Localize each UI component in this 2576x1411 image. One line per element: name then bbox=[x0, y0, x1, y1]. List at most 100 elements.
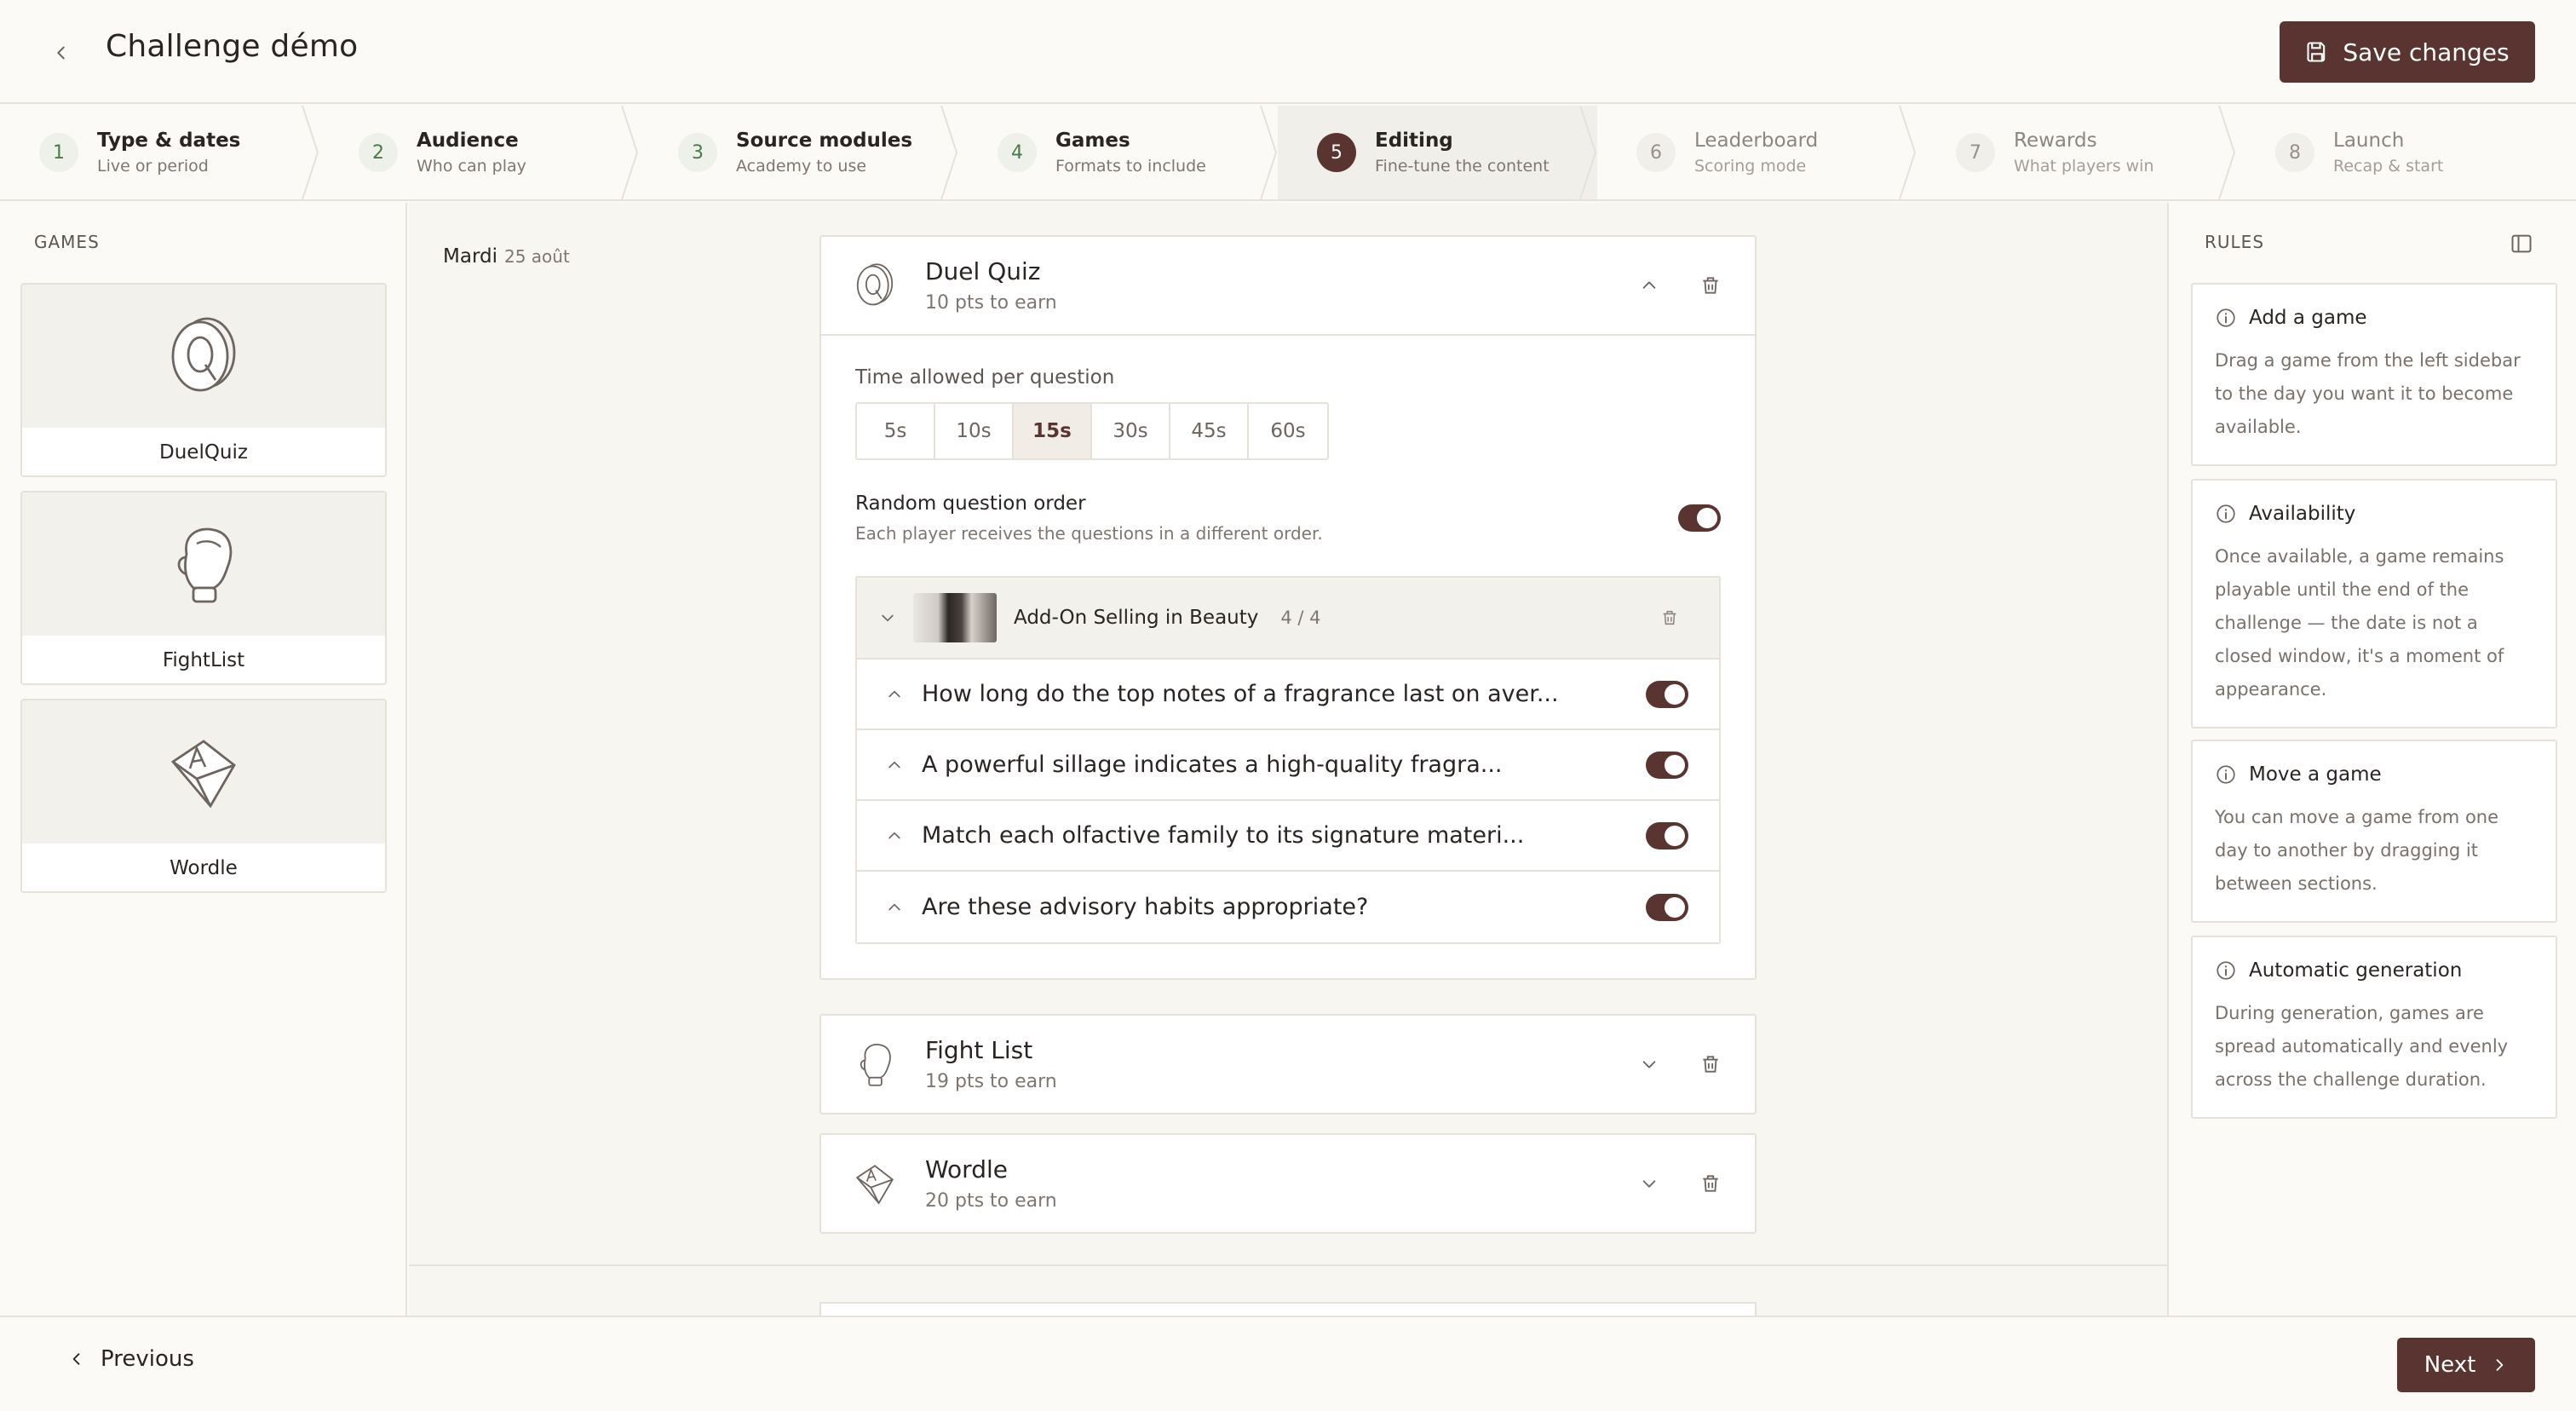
step-title: Audience bbox=[417, 130, 519, 152]
info-icon bbox=[2217, 504, 2235, 523]
step-separator bbox=[302, 106, 319, 199]
day-label: Mardi 25 août bbox=[443, 245, 570, 268]
panel-header[interactable]: Fight List 19 pts to earn bbox=[821, 1016, 1755, 1113]
step-editing[interactable]: 5 Editing Fine-tune the content bbox=[1278, 106, 1597, 199]
rules-sidebar: RULES Add a game Drag a game from the le… bbox=[2167, 203, 2576, 1316]
chevron-up-icon[interactable] bbox=[886, 899, 903, 916]
question-text: How long do the top notes of a fragrance… bbox=[922, 681, 1559, 707]
duel-quiz-icon bbox=[848, 259, 901, 312]
delete-game-button[interactable] bbox=[1692, 1045, 1729, 1083]
question-toggle[interactable] bbox=[1646, 821, 1688, 849]
step-launch[interactable]: 8 Launch Recap & start bbox=[2236, 106, 2556, 199]
boxing-glove-icon bbox=[177, 527, 233, 603]
step-subtitle: Academy to use bbox=[736, 157, 867, 176]
panel-title: Fight List bbox=[925, 1036, 1033, 1064]
rule-card-move-game: Move a game You can move a game from one… bbox=[2191, 740, 2557, 923]
step-title: Source modules bbox=[736, 130, 913, 152]
panel-header[interactable]: Duel Quiz 10 pts to earn bbox=[821, 237, 1755, 334]
day-date: 25 août bbox=[503, 246, 570, 267]
panel-header[interactable]: Wordle 20 pts to earn bbox=[821, 1135, 1755, 1232]
step-subtitle: Formats to include bbox=[1055, 157, 1206, 176]
step-title: Launch bbox=[2333, 130, 2405, 152]
module-block: Add-On Selling in Beauty 4 / 4 How long … bbox=[855, 576, 1721, 944]
page-header: Challenge démo Save changes bbox=[0, 0, 2576, 104]
step-separator bbox=[1899, 106, 1917, 199]
step-audience[interactable]: 2 Audience Who can play bbox=[319, 106, 639, 199]
time-option-30s[interactable]: 30s bbox=[1092, 404, 1170, 458]
next-label: Next bbox=[2424, 1352, 2476, 1378]
step-type-dates[interactable]: 1 Type & dates Live or period bbox=[0, 106, 319, 199]
step-number: 3 bbox=[678, 133, 717, 172]
step-subtitle: Recap & start bbox=[2333, 157, 2444, 176]
game-thumbnail bbox=[22, 285, 385, 428]
step-subtitle: Who can play bbox=[417, 157, 526, 176]
chevron-up-icon[interactable] bbox=[886, 827, 903, 844]
random-order-description: Each player receives the questions in a … bbox=[855, 523, 1323, 544]
game-panel-fight-list: Fight List 19 pts to earn bbox=[819, 1014, 1757, 1114]
day-schedule: Mardi 25 août Duel Quiz 10 pts to earn Ti… bbox=[409, 203, 2167, 1316]
game-thumbnail bbox=[22, 492, 385, 636]
day-divider bbox=[409, 1264, 2167, 1266]
previous-button[interactable]: Previous bbox=[68, 1346, 194, 1372]
step-number: 7 bbox=[1956, 133, 1995, 172]
module-title: Add-On Selling in Beauty bbox=[1014, 607, 1259, 629]
rule-title: Availability bbox=[2249, 503, 2356, 525]
random-order-toggle[interactable] bbox=[1678, 504, 1721, 532]
question-row: Match each olfactive family to its signa… bbox=[857, 801, 1719, 872]
boxing-glove-icon bbox=[848, 1038, 901, 1091]
expand-button[interactable] bbox=[1630, 1045, 1668, 1083]
panel-points: 10 pts to earn bbox=[925, 292, 1057, 314]
question-toggle[interactable] bbox=[1646, 680, 1688, 708]
game-name: DuelQuiz bbox=[22, 428, 385, 475]
question-toggle[interactable] bbox=[1646, 893, 1688, 921]
rule-text: During generation, games are spread auto… bbox=[2215, 1003, 2509, 1090]
question-row: How long do the top notes of a fragrance… bbox=[857, 659, 1719, 730]
delete-module-button[interactable] bbox=[1651, 599, 1688, 636]
step-source-modules[interactable]: 3 Source modules Academy to use bbox=[639, 106, 958, 199]
step-rewards[interactable]: 7 Rewards What players win bbox=[1917, 106, 2236, 199]
game-card-duelquiz[interactable]: DuelQuiz bbox=[20, 283, 387, 477]
duel-quiz-icon bbox=[171, 317, 236, 392]
back-button[interactable] bbox=[43, 34, 80, 72]
time-option-45s[interactable]: 45s bbox=[1170, 404, 1249, 458]
step-games[interactable]: 4 Games Formats to include bbox=[958, 106, 1278, 199]
toggle-sidebar-button[interactable] bbox=[2504, 227, 2539, 261]
games-section-label: GAMES bbox=[34, 232, 100, 252]
delete-game-button[interactable] bbox=[1692, 1165, 1729, 1202]
rule-card-add-game: Add a game Drag a game from the left sid… bbox=[2191, 283, 2557, 466]
step-title: Editing bbox=[1375, 130, 1453, 152]
random-order-setting: Random question order Each player receiv… bbox=[855, 492, 1721, 544]
chevron-up-icon[interactable] bbox=[886, 757, 903, 774]
page-title: Challenge démo bbox=[106, 29, 359, 64]
collapse-button[interactable] bbox=[1630, 267, 1668, 304]
rule-card-availability: Availability Once available, a game rema… bbox=[2191, 479, 2557, 729]
step-number: 4 bbox=[998, 133, 1037, 172]
chevron-down-icon[interactable] bbox=[879, 609, 896, 626]
panel-points: 20 pts to earn bbox=[925, 1190, 1057, 1212]
step-leaderboard[interactable]: 6 Leaderboard Scoring mode bbox=[1597, 106, 1917, 199]
time-option-15s[interactable]: 15s bbox=[1014, 404, 1092, 458]
module-header[interactable]: Add-On Selling in Beauty 4 / 4 bbox=[857, 578, 1719, 659]
save-changes-button[interactable]: Save changes bbox=[2280, 21, 2535, 83]
expand-button[interactable] bbox=[1630, 1165, 1668, 1202]
letter-cube-icon bbox=[170, 740, 236, 809]
chevron-right-icon bbox=[2496, 1359, 2504, 1371]
delete-game-button[interactable] bbox=[1692, 267, 1729, 304]
panel-title: Wordle bbox=[925, 1155, 1008, 1184]
time-option-5s[interactable]: 5s bbox=[857, 404, 935, 458]
question-toggle[interactable] bbox=[1646, 751, 1688, 779]
games-sidebar: GAMES DuelQuiz FightList Wordle bbox=[0, 203, 407, 1316]
time-option-10s[interactable]: 10s bbox=[935, 404, 1014, 458]
chevron-left-icon bbox=[57, 46, 65, 60]
rule-text: Once available, a game remains playable … bbox=[2215, 546, 2504, 700]
chevron-up-icon[interactable] bbox=[886, 686, 903, 703]
next-button[interactable]: Next bbox=[2397, 1338, 2535, 1392]
step-number: 2 bbox=[359, 133, 398, 172]
save-changes-label: Save changes bbox=[2343, 37, 2510, 66]
game-card-fightlist[interactable]: FightList bbox=[20, 491, 387, 685]
game-card-wordle[interactable]: Wordle bbox=[20, 699, 387, 893]
info-icon bbox=[2217, 308, 2235, 327]
question-text: Are these advisory habits appropriate? bbox=[922, 894, 1369, 920]
time-option-60s[interactable]: 60s bbox=[1249, 404, 1327, 458]
rule-text: You can move a game from one day to anot… bbox=[2215, 807, 2499, 894]
